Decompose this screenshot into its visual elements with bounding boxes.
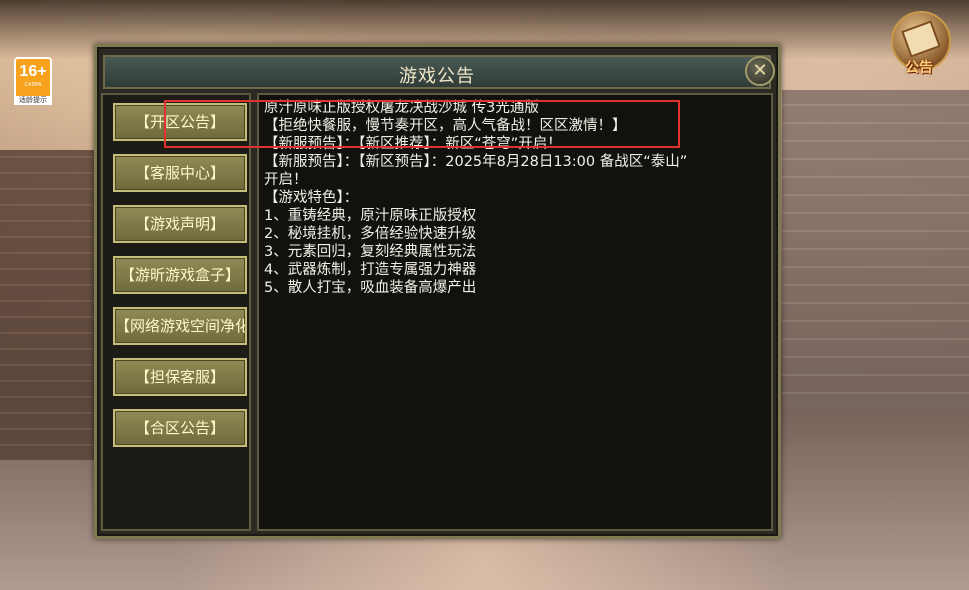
sidebar-menu: 【开区公告】 【客服中心】 【游戏声明】 【游昕游戏盒子】 【网络游戏空间净化 … bbox=[101, 93, 251, 531]
highlight-annotation-box bbox=[164, 100, 680, 148]
content-line: 4、武器炼制，打造专属强力神器 bbox=[264, 262, 477, 278]
sidebar-item-game-statement[interactable]: 【游戏声明】 bbox=[113, 205, 247, 243]
content-line: 5、散人打宝，吸血装备高爆产出 bbox=[264, 280, 477, 296]
age-rating-tip: 适龄提示 bbox=[14, 96, 52, 105]
announcement-content: 原汁原味正版授权屠龙决战沙城 传3光通版 【拒绝快餐服，慢节奏开区，高人气备战！… bbox=[257, 93, 773, 531]
content-line: 2、秘境挂机，多倍经验快速升级 bbox=[264, 226, 477, 242]
notice-button[interactable]: 公告 bbox=[887, 11, 951, 77]
sidebar-item-game-box[interactable]: 【游昕游戏盒子】 bbox=[113, 256, 247, 294]
sidebar-item-guarantee-service[interactable]: 【担保客服】 bbox=[113, 358, 247, 396]
content-line: 开启！ bbox=[264, 172, 308, 188]
background-wall-left bbox=[0, 150, 95, 460]
content-line: 3、元素回归，复刻经典属性玩法 bbox=[264, 244, 477, 260]
sidebar-item-merge-notice[interactable]: 【合区公告】 bbox=[113, 409, 247, 447]
sidebar-item-customer-service[interactable]: 【客服中心】 bbox=[113, 154, 247, 192]
sidebar-item-online-purification[interactable]: 【网络游戏空间净化 bbox=[113, 307, 247, 345]
panel-title: 游戏公告 bbox=[399, 66, 475, 87]
close-icon: ✕ bbox=[752, 60, 768, 81]
background-wall-right bbox=[782, 90, 969, 410]
content-line: 【新服预告】：【新区预告】：2025年8月28日13:00 备战区“泰山” bbox=[264, 154, 688, 170]
panel-title-bar: 游戏公告 bbox=[103, 55, 771, 89]
age-rating-org: CADPA bbox=[24, 82, 42, 88]
age-rating-number: 16+ bbox=[19, 63, 47, 80]
content-line: 1、重铸经典，原汁原味正版授权 bbox=[264, 208, 477, 224]
close-button[interactable]: ✕ bbox=[745, 56, 775, 86]
age-rating-badge: 16+ CADPA 适龄提示 bbox=[14, 57, 52, 105]
content-line: 【游戏特色】： bbox=[264, 190, 359, 206]
notice-label: 公告 bbox=[905, 60, 933, 76]
